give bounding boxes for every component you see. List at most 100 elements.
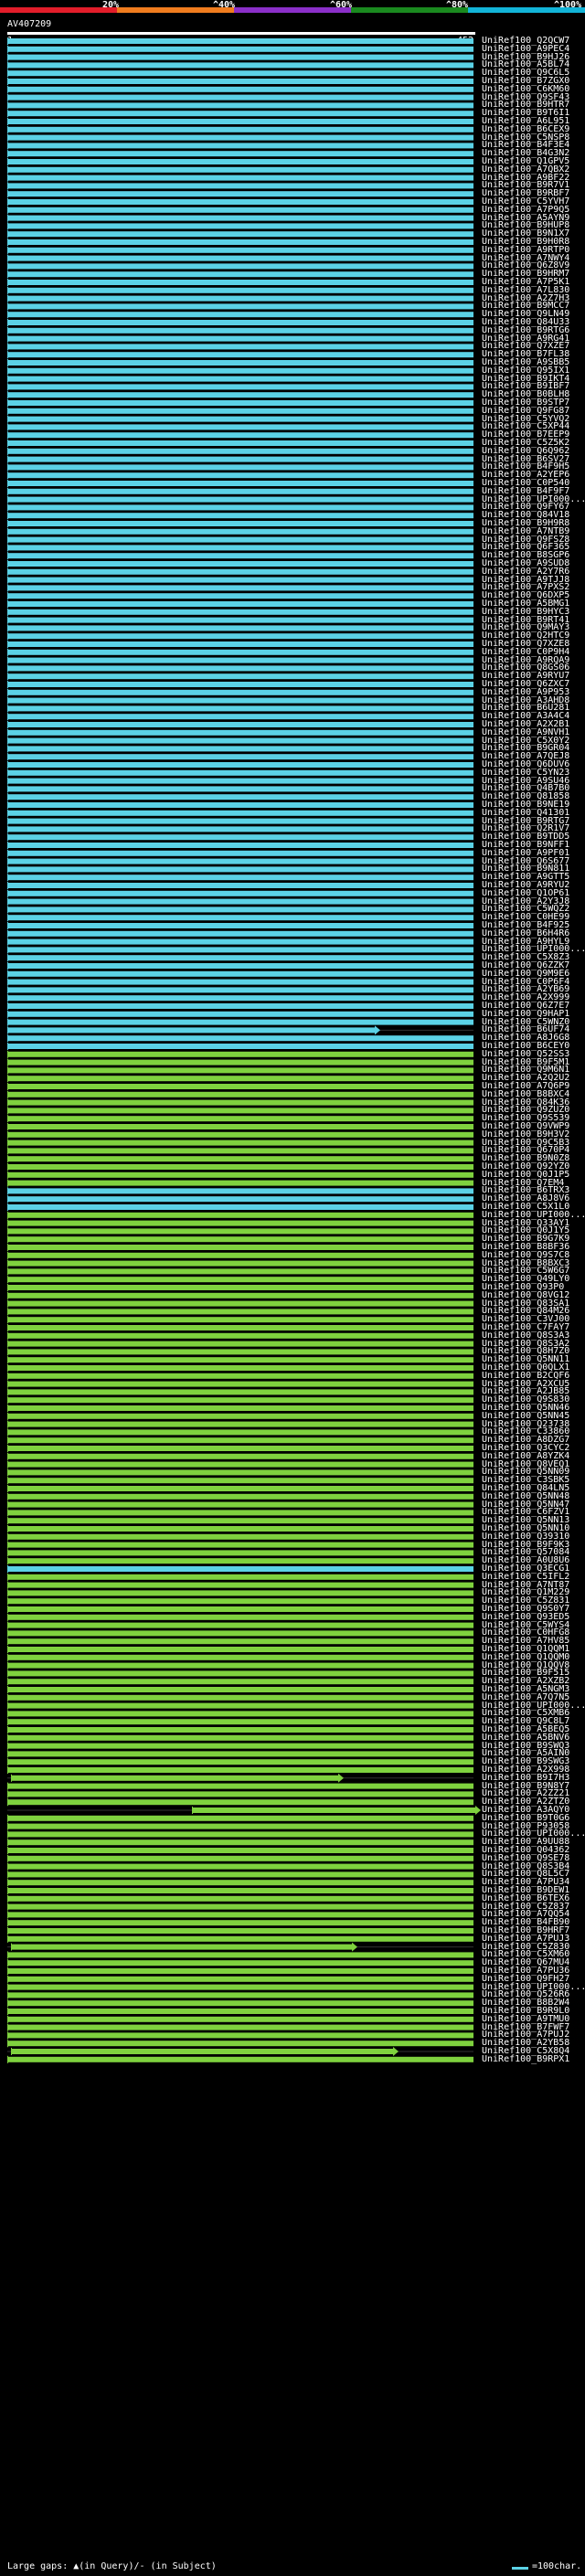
hit-bar[interactable]	[7, 335, 473, 342]
hit-bar[interactable]	[7, 392, 473, 398]
hit-bar[interactable]	[7, 1727, 473, 1733]
hit-bar[interactable]	[7, 1493, 473, 1500]
hit-bar[interactable]	[7, 1791, 473, 1797]
hit-bar[interactable]	[7, 481, 473, 486]
hit-bar[interactable]	[7, 1461, 473, 1468]
hit-bar[interactable]	[7, 126, 473, 133]
hit-bar[interactable]	[7, 1349, 473, 1355]
hit-bar[interactable]	[7, 1912, 473, 1918]
hit-bar[interactable]	[7, 183, 473, 189]
hit-bar[interactable]	[7, 834, 473, 841]
hit-bar[interactable]	[7, 1823, 473, 1829]
hit-bar[interactable]	[7, 561, 473, 567]
hit-bar[interactable]	[7, 1734, 473, 1741]
hit-bar[interactable]	[7, 1252, 473, 1258]
hit-bar[interactable]	[7, 1332, 473, 1339]
hit-bar[interactable]	[7, 1300, 473, 1307]
hit-bar[interactable]	[7, 714, 473, 720]
hit-bar[interactable]	[7, 1638, 473, 1645]
hit-bar[interactable]	[7, 159, 473, 164]
hit-bar[interactable]	[7, 1630, 473, 1637]
hit-bar[interactable]	[7, 818, 473, 824]
hit-bar[interactable]	[7, 376, 473, 382]
hit-bar[interactable]	[7, 38, 473, 44]
hit-bar[interactable]	[7, 553, 473, 559]
hit-bar[interactable]	[7, 280, 473, 285]
hit-bar[interactable]	[7, 1365, 473, 1371]
hit-bar[interactable]	[7, 143, 473, 149]
hit-bar[interactable]	[7, 1381, 473, 1387]
hit-bar[interactable]	[7, 1598, 473, 1605]
hit-bar[interactable]	[7, 1895, 473, 1902]
hit-bar[interactable]	[7, 384, 473, 390]
hit-bar[interactable]	[7, 689, 473, 695]
hit-bar[interactable]	[7, 1903, 473, 1910]
hit-bar[interactable]	[7, 1469, 473, 1476]
hit-bar[interactable]	[7, 1413, 473, 1419]
hit-bar[interactable]	[7, 231, 473, 238]
hit-bar[interactable]	[7, 440, 473, 446]
hit-bar[interactable]	[7, 1204, 473, 1210]
hit-bar[interactable]	[7, 1044, 473, 1049]
hit-bar[interactable]	[7, 416, 473, 422]
hit-bar[interactable]	[7, 1566, 473, 1572]
hit-bar[interactable]	[7, 536, 473, 543]
hit-bar[interactable]	[7, 1711, 473, 1717]
hit-bar[interactable]	[7, 963, 473, 969]
hit-bar[interactable]	[7, 70, 473, 77]
hit-bar[interactable]	[7, 1518, 473, 1524]
hit-bar[interactable]	[7, 1212, 473, 1218]
hit-bar[interactable]	[7, 448, 473, 454]
hit-bar[interactable]	[7, 898, 473, 905]
hit-bar[interactable]	[7, 593, 473, 599]
hit-bar[interactable]	[7, 810, 473, 816]
hit-bar[interactable]	[7, 1325, 473, 1330]
hit-bar[interactable]	[7, 1679, 473, 1685]
hit-bar[interactable]	[7, 367, 473, 374]
hit-bar[interactable]	[7, 504, 473, 511]
hit-bar[interactable]	[7, 464, 473, 471]
hit-bar[interactable]	[7, 134, 473, 141]
hit-bar[interactable]	[7, 1702, 473, 1709]
hit-bar[interactable]	[7, 987, 473, 993]
hit-bar[interactable]	[7, 979, 473, 985]
hit-bar[interactable]	[7, 287, 473, 293]
hit-bar[interactable]	[7, 1848, 473, 1853]
hit-bar[interactable]	[7, 1228, 473, 1235]
hit-bar[interactable]	[7, 826, 473, 832]
hit-bar[interactable]	[7, 1011, 473, 1017]
hit-bar[interactable]	[7, 1446, 473, 1451]
hit-bar[interactable]	[11, 2049, 393, 2054]
hit-bar[interactable]	[7, 1292, 473, 1299]
hit-bar[interactable]	[7, 1582, 473, 1588]
hit-bar[interactable]	[7, 327, 473, 334]
hit-bar[interactable]	[7, 1542, 473, 1548]
hit-bar[interactable]	[7, 1920, 473, 1926]
hit-bar[interactable]	[7, 1968, 473, 1974]
hit-bar[interactable]	[7, 906, 473, 913]
hit-bar[interactable]	[7, 786, 473, 792]
hit-bar[interactable]	[7, 1116, 473, 1122]
hit-bar[interactable]	[7, 239, 473, 245]
hit-bar[interactable]	[7, 1743, 473, 1749]
hit-bar[interactable]	[7, 1019, 473, 1025]
hit-bar[interactable]	[7, 1526, 473, 1532]
hit-bar[interactable]	[7, 682, 473, 687]
hit-bar[interactable]	[7, 609, 473, 615]
hit-bar[interactable]	[7, 1694, 473, 1701]
hit-bar[interactable]	[7, 1421, 473, 1427]
hit-bar[interactable]	[7, 754, 473, 760]
hit-bar[interactable]	[7, 1373, 473, 1379]
hit-bar[interactable]	[7, 111, 473, 117]
hit-bar[interactable]	[7, 1984, 473, 1990]
hit-bar[interactable]	[7, 2056, 473, 2062]
hit-bar[interactable]	[7, 191, 473, 197]
hit-bar[interactable]	[7, 1888, 473, 1893]
hit-bar[interactable]	[7, 1783, 473, 1789]
hit-bar[interactable]	[7, 271, 473, 278]
hit-bar[interactable]	[7, 151, 473, 157]
hit-bar[interactable]	[7, 175, 473, 181]
hit-bar[interactable]	[7, 1719, 473, 1725]
hit-bar[interactable]	[7, 1550, 473, 1556]
hit-bar[interactable]	[7, 947, 473, 953]
